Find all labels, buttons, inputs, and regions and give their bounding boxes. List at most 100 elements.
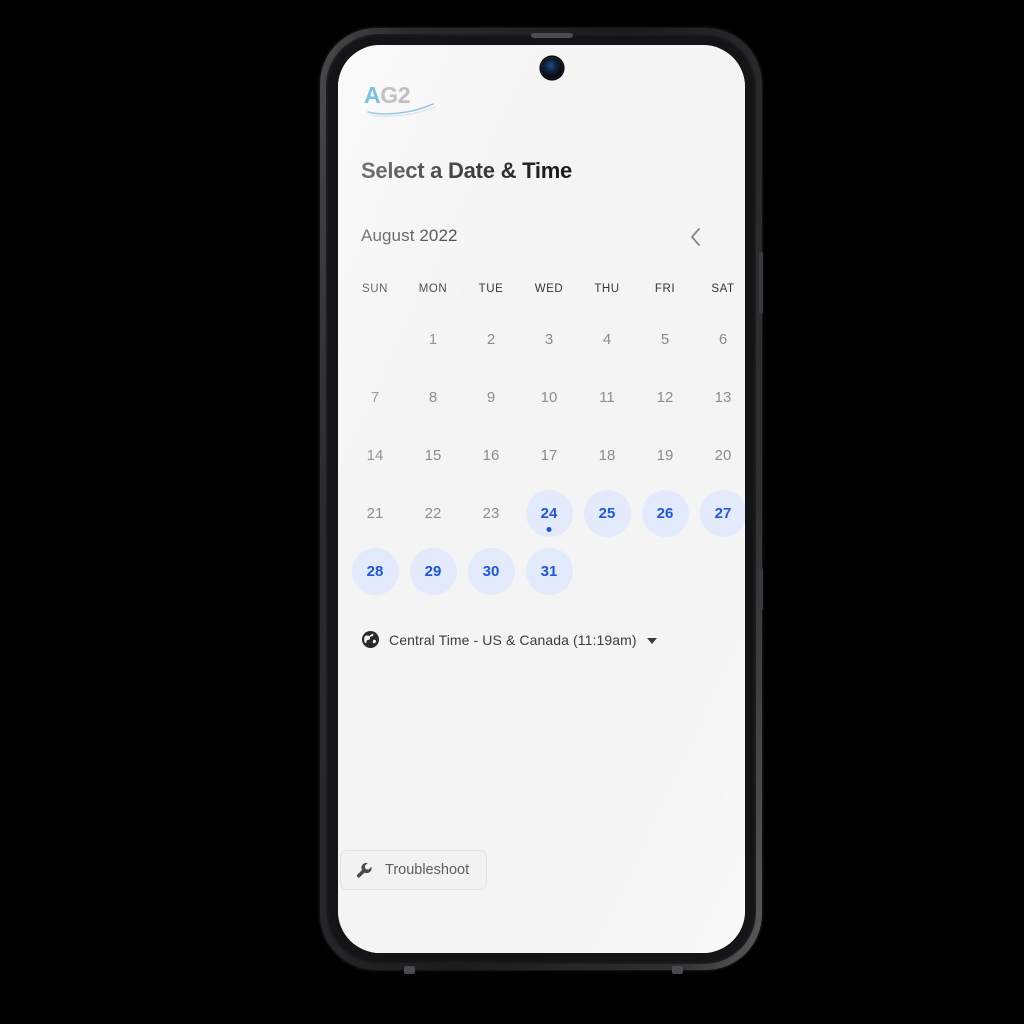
calendar-day-cell (346, 310, 404, 368)
volume-button[interactable] (759, 252, 763, 314)
calendar-day-cell: 6 (694, 310, 745, 368)
calendar-day-grid: 1 2 3 4 5 6 7 8 9 10 11 12 13 14 15 16 17 18 19 20 21 22 23 24 2… (346, 310, 745, 600)
calendar-day-number: 31 (540, 562, 558, 580)
calendar-day-number: 25 (598, 504, 616, 522)
calendar-day-cell: 5 (636, 310, 694, 368)
calendar-day-number: 30 (482, 562, 500, 580)
calendar-day-unavailable: 1 (410, 316, 457, 363)
calendar-day-number: 27 (714, 504, 732, 522)
calendar-day-cell: 22 (404, 484, 462, 542)
calendar-day-cell: 13 (694, 368, 745, 426)
calendar-day-number: 21 (366, 504, 384, 522)
calendar-day-cell (578, 542, 636, 600)
calendar-day-unavailable: 8 (410, 374, 457, 421)
calendar-week-row: 14 15 16 17 18 19 20 (346, 426, 745, 484)
calendar-day-cell: 9 (462, 368, 520, 426)
calendar-day-available[interactable]: 30 (467, 547, 515, 595)
calendar-day-cell: 21 (346, 484, 404, 542)
calendar-day-number: 9 (486, 388, 496, 406)
calendar-day-number: 6 (718, 330, 728, 348)
phone-foot-left (404, 966, 415, 974)
calendar-day-unavailable: 20 (700, 432, 746, 479)
calendar-day-cell: 16 (462, 426, 520, 484)
calendar-day-number: 11 (599, 388, 615, 406)
calendar-day-number: 16 (482, 446, 500, 464)
calendar-week-row: 28 29 30 31 (346, 542, 745, 600)
calendar-day-cell: 12 (636, 368, 694, 426)
calendar-day-cell (694, 542, 745, 600)
calendar-day-cell: 28 (346, 542, 404, 600)
calendar-day-number: 15 (424, 446, 442, 464)
calendar-day-unavailable: 5 (642, 316, 689, 363)
calendar-next-month-button[interactable] (736, 221, 745, 253)
timezone-selector[interactable]: Central Time - US & Canada (11:19am) (361, 630, 657, 649)
calendar-day-available[interactable]: 26 (641, 489, 689, 537)
calendar-day-number: 22 (424, 504, 442, 522)
front-camera (541, 57, 563, 79)
calendar-day-unavailable: 9 (468, 374, 515, 421)
globe-icon (361, 630, 380, 649)
calendar-day-unavailable: 18 (584, 432, 631, 479)
calendar-day-cell: 26 (636, 484, 694, 542)
timezone-label: Central Time - US & Canada (11:19am) (389, 631, 637, 648)
calendar-day-number: 3 (544, 330, 554, 348)
caret-down-icon (646, 637, 657, 644)
calendar-day-number: 14 (366, 446, 384, 464)
earpiece-speaker (531, 33, 573, 38)
calendar-day-cell: 15 (404, 426, 462, 484)
calendar-day-available[interactable]: 27 (699, 489, 745, 537)
calendar-day-cell: 2 (462, 310, 520, 368)
calendar-day-number: 7 (370, 388, 380, 406)
calendar-day-unavailable: 16 (468, 432, 515, 479)
calendar-day-cell: 20 (694, 426, 745, 484)
calendar-day-cell: 18 (578, 426, 636, 484)
weekday-label: FRI (654, 283, 676, 295)
calendar-day-available[interactable]: 24 (525, 489, 573, 537)
calendar-day-available[interactable]: 29 (409, 547, 457, 595)
calendar-day-cell: 29 (404, 542, 462, 600)
calendar-day-unavailable: 21 (352, 490, 399, 537)
calendar-day-number: 24 (540, 504, 558, 522)
today-indicator-dot (546, 526, 552, 532)
calendar-day-number: 29 (424, 562, 442, 580)
calendar-prev-month-button[interactable] (679, 221, 711, 253)
calendar-day-unavailable: 19 (642, 432, 689, 479)
phone-screen: AG2 Select a Date & Time August 2022 SUN… (338, 45, 745, 953)
calendar-day-cell: 4 (578, 310, 636, 368)
scheduling-app: AG2 Select a Date & Time August 2022 SUN… (338, 45, 745, 953)
calendar-day-unavailable: 10 (526, 374, 573, 421)
troubleshoot-button[interactable]: Troubleshoot (340, 850, 488, 890)
calendar-day-number: 17 (540, 446, 558, 464)
chevron-left-icon (690, 228, 700, 246)
calendar-day-cell: 25 (578, 484, 636, 542)
calendar-day-number: 8 (428, 388, 438, 406)
calendar-day-unavailable: 15 (410, 432, 457, 479)
calendar-day-unavailable: 14 (352, 432, 399, 479)
calendar-day-cell: 31 (520, 542, 578, 600)
calendar-day-number: 10 (540, 388, 558, 406)
calendar-day-unavailable: 7 (352, 374, 399, 421)
calendar-week-row: 21 22 23 24 25 26 27 (346, 484, 745, 542)
calendar-day-number: 4 (602, 330, 612, 348)
calendar-day-number: 13 (714, 388, 732, 406)
calendar-day-cell: 17 (520, 426, 578, 484)
weekday-label: WED (534, 283, 564, 295)
calendar-day-unavailable: 2 (468, 316, 515, 363)
weekday-label: MON (418, 283, 448, 295)
power-button[interactable] (759, 568, 763, 610)
calendar-day-cell: 1 (404, 310, 462, 368)
calendar-day-available[interactable]: 25 (583, 489, 631, 537)
calendar-day-unavailable: 22 (410, 490, 457, 537)
wrench-icon (356, 862, 372, 878)
calendar-day-available[interactable]: 28 (351, 547, 399, 595)
calendar-day-unavailable: 3 (526, 316, 573, 363)
calendar-day-number: 20 (714, 446, 732, 464)
calendar-day-available[interactable]: 31 (525, 547, 573, 595)
weekday-label: SAT (711, 283, 735, 295)
calendar-day-number: 28 (366, 562, 384, 580)
calendar-day-cell: 10 (520, 368, 578, 426)
calendar-week-row: 7 8 9 10 11 12 13 (346, 368, 745, 426)
troubleshoot-label: Troubleshoot (385, 862, 470, 878)
calendar-day-number: 12 (656, 388, 674, 406)
calendar-day-cell: 11 (578, 368, 636, 426)
